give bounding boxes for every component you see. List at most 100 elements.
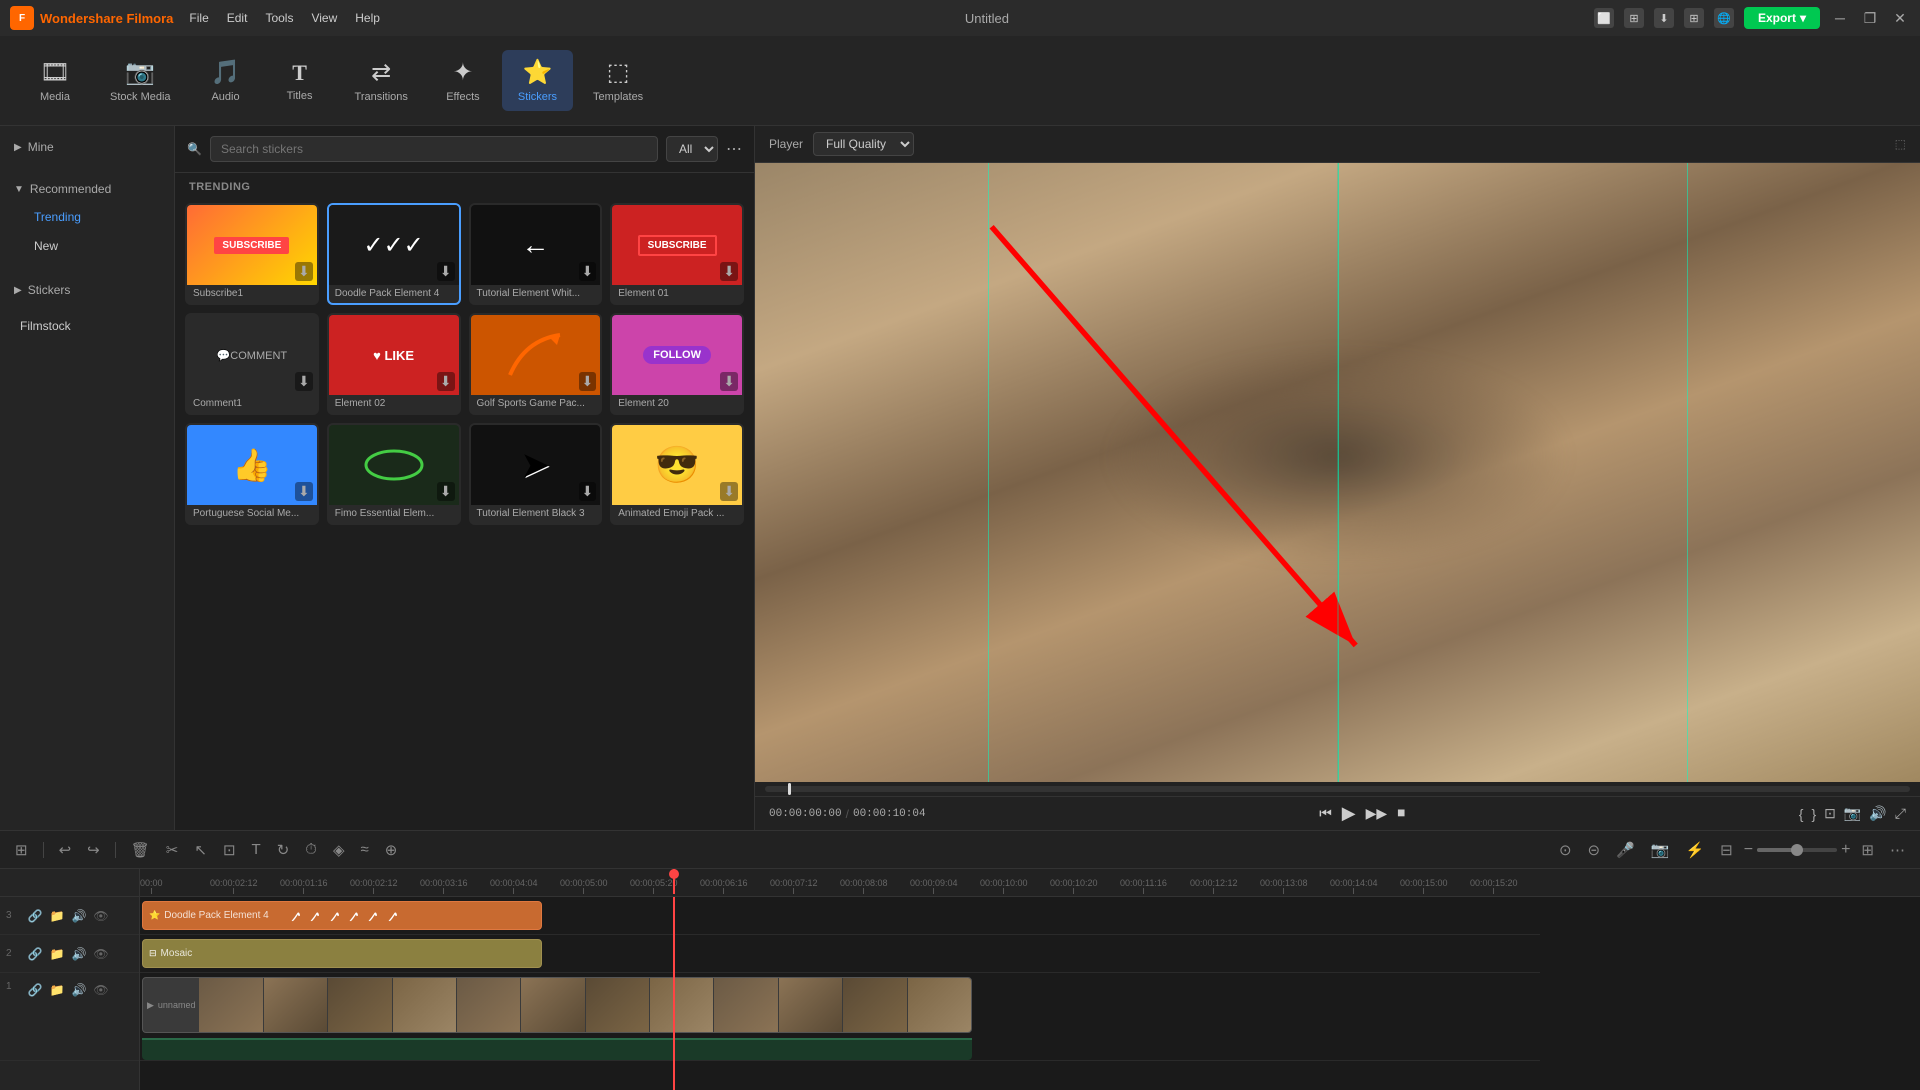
download-icon-golf[interactable]: ⬇ [579, 372, 597, 391]
stickers-filter-select[interactable]: All [666, 136, 718, 162]
more-options-button[interactable]: ⋯ [1885, 838, 1910, 862]
sticker-card-element01[interactable]: SUBSCRIBE ⬇ Element 01 [610, 203, 744, 305]
download-icon-element02[interactable]: ⬇ [437, 372, 455, 391]
play-button[interactable]: ▶ [1342, 803, 1356, 824]
zoom-out-button[interactable]: − [1744, 841, 1753, 859]
sticker-card-element02[interactable]: ♥ LIKE ⬇ Element 02 [327, 313, 461, 415]
globe-icon[interactable]: 🌐 [1714, 8, 1734, 28]
minimize-button[interactable]: ─ [1830, 8, 1850, 28]
menu-help[interactable]: Help [355, 11, 380, 25]
mosaic-clip[interactable]: ⊟ Mosaic [142, 939, 542, 968]
pip-btn[interactable]: ⊟ [1715, 838, 1738, 862]
delete-button[interactable]: 🗑 [126, 838, 155, 862]
menu-file[interactable]: File [189, 11, 208, 25]
toolbar-templates[interactable]: ⬚ Templates [577, 50, 659, 111]
download-icon-tutorial-black3[interactable]: ⬇ [579, 482, 597, 501]
sidebar-item-new[interactable]: New [6, 232, 168, 260]
stabilize-button[interactable]: ⊕ [380, 838, 403, 862]
download-icon-doodle4[interactable]: ⬇ [437, 262, 455, 281]
sticker-card-golf[interactable]: ⬇ Golf Sports Game Pac... [469, 313, 603, 415]
toolbar-stickers[interactable]: ⭐ Stickers [502, 50, 573, 111]
split-btn[interactable]: ⚡ [1680, 838, 1709, 862]
track-3-audio-button[interactable]: 🔊 [70, 907, 88, 925]
menu-edit[interactable]: Edit [227, 11, 248, 25]
track-3-eye-button[interactable]: 👁 [92, 907, 110, 925]
stop-button[interactable]: ⏹ [1397, 805, 1405, 823]
grid-icon[interactable]: ⊞ [1684, 8, 1704, 28]
video-clip[interactable]: ▶ unnamed [142, 977, 972, 1033]
fit-button[interactable]: ⊡ [1824, 805, 1836, 822]
track-1-eye-button[interactable]: 👁 [92, 981, 110, 999]
toolbar-stock-media[interactable]: 📷 Stock Media [94, 50, 187, 111]
track-1-folder-button[interactable]: 📁 [48, 981, 66, 999]
audio-button[interactable]: 🔊 [1869, 805, 1886, 822]
layout-icon[interactable]: ⊞ [1624, 8, 1644, 28]
menu-tools[interactable]: Tools [265, 11, 293, 25]
track-2-eye-button[interactable]: 👁 [92, 945, 110, 963]
redo-button[interactable]: ↪ [82, 838, 105, 862]
stickers-search-input[interactable] [210, 136, 658, 162]
track-2-audio-button[interactable]: 🔊 [70, 945, 88, 963]
maximize-button[interactable]: ❐ [1860, 8, 1880, 28]
mark-in-button[interactable]: { [1799, 806, 1804, 822]
zoom-thumb[interactable] [1791, 844, 1803, 856]
sticker-card-doodle4[interactable]: ✓✓✓ ⬇ Doodle Pack Element 4 [327, 203, 461, 305]
download-icon-comment1[interactable]: ⬇ [295, 372, 313, 391]
text-button[interactable]: T [247, 838, 266, 861]
step-back-button[interactable]: ⏮ [1319, 805, 1332, 822]
toolbar-media[interactable]: 🎞 Media [20, 50, 90, 111]
sticker-card-comment1[interactable]: 💬COMMENT ⬇ Comment1 [185, 313, 319, 415]
magnet-button[interactable]: ⊝ [1583, 838, 1606, 862]
track-1-link-button[interactable]: 🔗 [26, 981, 44, 999]
seekbar-thumb[interactable] [788, 783, 791, 795]
track-3-folder-button[interactable]: 📁 [48, 907, 66, 925]
download-icon-fimo[interactable]: ⬇ [437, 482, 455, 501]
sidebar-item-filmstock[interactable]: Filmstock [6, 312, 168, 340]
track-2-link-button[interactable]: 🔗 [26, 945, 44, 963]
sticker-card-element20[interactable]: FOLLOW ⬇ Element 20 [610, 313, 744, 415]
play-speed-button[interactable]: ▶▶ [1366, 805, 1388, 822]
sticker-card-subscribe1[interactable]: SUBSCRIBE ⬇ Subscribe1 [185, 203, 319, 305]
download-icon[interactable]: ⬇ [1654, 8, 1674, 28]
export-button[interactable]: Export ▾ [1744, 7, 1820, 29]
download-icon-animated-emoji[interactable]: ⬇ [720, 482, 738, 501]
camera-btn[interactable]: 📷 [1646, 838, 1675, 862]
add-track-button[interactable]: ⊞ [10, 838, 33, 862]
toolbar-transitions[interactable]: ⇄ Transitions [339, 50, 424, 111]
cut-button[interactable]: ✂ [161, 838, 184, 862]
sidebar-recommended-header[interactable]: ▼ Recommended [0, 176, 174, 202]
sticker-card-portuguese[interactable]: 👍 ⬇ Portuguese Social Me... [185, 423, 319, 525]
sticker-card-animated-emoji[interactable]: 😎 ⬇ Animated Emoji Pack ... [610, 423, 744, 525]
close-button[interactable]: ✕ [1890, 8, 1910, 28]
zoom-track[interactable] [1757, 848, 1837, 852]
fullscreen-button[interactable]: ⤢ [1895, 805, 1906, 822]
track-3-link-button[interactable]: 🔗 [26, 907, 44, 925]
sticker-clip[interactable]: ⭐ Doodle Pack Element 4 ✓ ✓ ✓ ✓ ✓ ✓ [142, 901, 542, 930]
download-icon-tutorial-white[interactable]: ⬇ [579, 262, 597, 281]
download-icon-element20[interactable]: ⬇ [720, 372, 738, 391]
sticker-card-fimo[interactable]: ⬇ Fimo Essential Elem... [327, 423, 461, 525]
stickers-more-button[interactable]: ⋯ [726, 139, 742, 159]
zoom-in-button[interactable]: + [1841, 841, 1850, 859]
mark-out-button[interactable]: } [1811, 806, 1816, 822]
toolbar-audio[interactable]: 🎵 Audio [191, 50, 261, 111]
timer-button[interactable]: ⏱ [300, 838, 322, 861]
monitor-icon[interactable]: ⬜ [1594, 8, 1614, 28]
sidebar-item-trending[interactable]: Trending [6, 203, 168, 231]
track-1-audio-button[interactable]: 🔊 [70, 981, 88, 999]
toolbar-effects[interactable]: ✦ Effects [428, 50, 498, 111]
track-2-folder-button[interactable]: 📁 [48, 945, 66, 963]
toolbar-titles[interactable]: T Titles [265, 52, 335, 110]
undo-button[interactable]: ↩ [54, 838, 77, 862]
download-icon-element01[interactable]: ⬇ [720, 262, 738, 281]
download-icon-portuguese[interactable]: ⬇ [295, 482, 313, 501]
download-icon-subscribe1[interactable]: ⬇ [295, 262, 313, 281]
menu-view[interactable]: View [311, 11, 337, 25]
seekbar[interactable] [765, 786, 1910, 792]
mic-button[interactable]: 🎤 [1611, 838, 1640, 862]
audio-edit-button[interactable]: ≈ [356, 838, 374, 861]
sidebar-stickers-header[interactable]: ▶ Stickers [0, 277, 174, 303]
select-button[interactable]: ↖ [189, 838, 212, 862]
quality-select[interactable]: Full Quality Half Quality [813, 132, 914, 156]
rotate-button[interactable]: ↻ [272, 838, 295, 862]
